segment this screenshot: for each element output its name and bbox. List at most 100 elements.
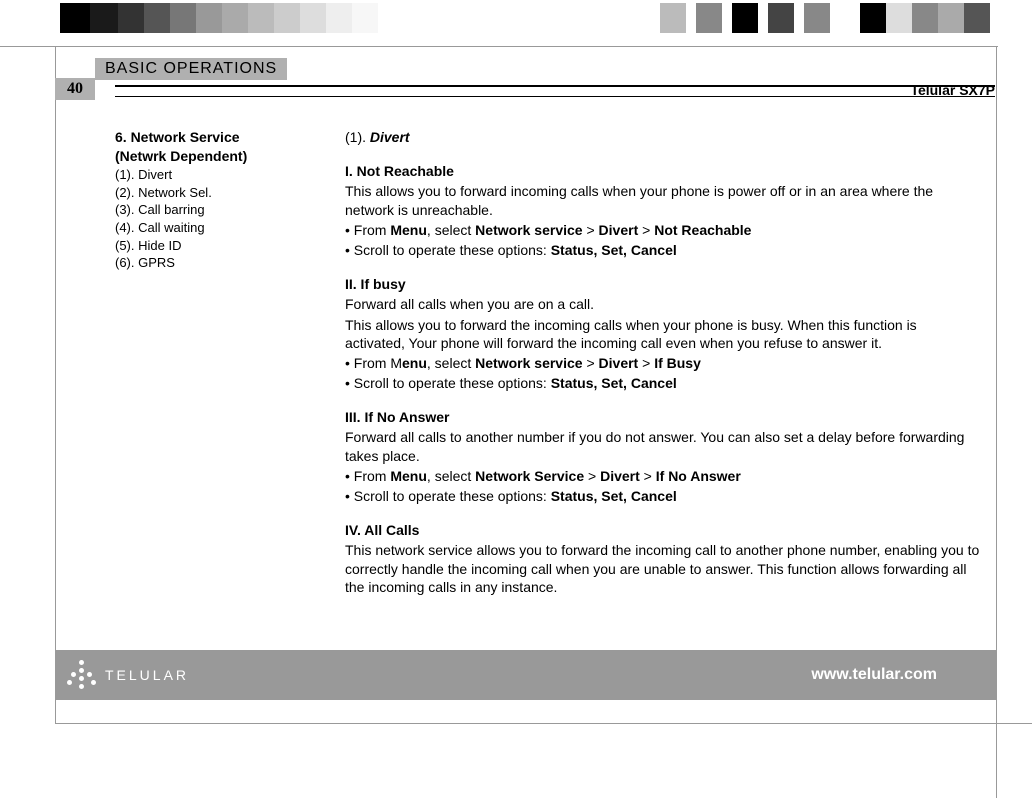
model-name: Telular SX7P bbox=[910, 82, 995, 98]
text: > bbox=[583, 355, 599, 371]
sub1-para: This allows you to forward incoming call… bbox=[345, 182, 980, 218]
color-swatch bbox=[696, 3, 722, 33]
color-swatch bbox=[732, 3, 758, 33]
color-swatch bbox=[758, 3, 768, 33]
color-swatch bbox=[248, 3, 274, 33]
toc-title-line1: 6. Network Service bbox=[115, 128, 345, 146]
text: > bbox=[638, 222, 654, 238]
text: Scroll to operate these options: bbox=[354, 488, 551, 504]
color-swatch bbox=[326, 3, 352, 33]
sub2-para2: This allows you to forward the incoming … bbox=[345, 316, 980, 352]
sub4-para: This network service allows you to forwa… bbox=[345, 541, 980, 596]
text: > bbox=[640, 468, 656, 484]
sub2-bullet2: Scroll to operate these options: Status,… bbox=[345, 374, 980, 392]
toc-item: (5). Hide ID bbox=[115, 237, 345, 255]
header-rule-thin bbox=[115, 96, 995, 97]
color-bar-header bbox=[0, 3, 1032, 37]
color-swatch bbox=[768, 3, 794, 33]
footer-logo: TELULAR bbox=[65, 658, 189, 692]
text-bold: Status, Set, Cancel bbox=[551, 242, 677, 258]
text: > bbox=[638, 355, 654, 371]
color-swatch bbox=[886, 3, 912, 33]
color-swatch bbox=[912, 3, 938, 33]
text-bold: If Busy bbox=[654, 355, 701, 371]
text-bold: Divert bbox=[599, 355, 639, 371]
telular-dots-icon bbox=[65, 658, 99, 692]
color-swatch bbox=[964, 3, 990, 33]
sub4-head: IV. All Calls bbox=[345, 521, 980, 539]
text: From bbox=[354, 468, 391, 484]
color-swatch bbox=[722, 3, 732, 33]
text: Scroll to operate these options: bbox=[354, 375, 551, 391]
color-swatch bbox=[118, 3, 144, 33]
toc-title-line2: (Netwrk Dependent) bbox=[115, 147, 345, 165]
toc-column: 6. Network Service (Netwrk Dependent) (1… bbox=[115, 128, 345, 272]
toc-item: (4). Call waiting bbox=[115, 219, 345, 237]
color-swatch bbox=[144, 3, 170, 33]
text-bold: Divert bbox=[600, 468, 640, 484]
crop-line-bottom bbox=[55, 723, 1032, 724]
body-column: (1). Divert I. Not Reachable This allows… bbox=[345, 128, 980, 596]
section-1-head: (1). Divert bbox=[345, 128, 980, 146]
footer-url: www.telular.com bbox=[811, 666, 937, 684]
sub2-bullet1: From Menu, select Network service > Dive… bbox=[345, 354, 980, 372]
text-bold: If No Answer bbox=[656, 468, 741, 484]
text: Scroll to operate these options: bbox=[354, 242, 551, 258]
text-bold: enu bbox=[402, 355, 427, 371]
color-swatch bbox=[300, 3, 326, 33]
color-swatch bbox=[860, 3, 886, 33]
color-swatch bbox=[274, 3, 300, 33]
text: > bbox=[583, 222, 599, 238]
crop-line-top bbox=[0, 46, 998, 47]
toc-item: (1). Divert bbox=[115, 166, 345, 184]
color-swatch bbox=[686, 3, 696, 33]
sub3-head: III. If No Answer bbox=[345, 408, 980, 426]
text: , select bbox=[427, 468, 475, 484]
text-bold: Not Reachable bbox=[654, 222, 751, 238]
toc-item: (2). Network Sel. bbox=[115, 184, 345, 202]
text-bold: Menu bbox=[390, 468, 427, 484]
text: > bbox=[584, 468, 600, 484]
section-1-num: (1). bbox=[345, 129, 366, 145]
color-swatch bbox=[794, 3, 804, 33]
text-bold: Network service bbox=[475, 355, 582, 371]
sub3-para: Forward all calls to another number if y… bbox=[345, 428, 980, 464]
color-swatch bbox=[938, 3, 964, 33]
header-rule-thick bbox=[115, 85, 995, 87]
sub2-head: II. If busy bbox=[345, 275, 980, 293]
text: From bbox=[354, 222, 391, 238]
text: , select bbox=[427, 222, 475, 238]
color-swatch bbox=[90, 3, 118, 33]
color-swatch bbox=[170, 3, 196, 33]
sub1-bullet2: Scroll to operate these options: Status,… bbox=[345, 241, 980, 259]
sub1-head: I. Not Reachable bbox=[345, 162, 980, 180]
text-bold: Status, Set, Cancel bbox=[551, 375, 677, 391]
sub1-bullet1: From Menu, select Network service > Dive… bbox=[345, 221, 980, 239]
color-swatch bbox=[660, 3, 686, 33]
page-content: 6. Network Service (Netwrk Dependent) (1… bbox=[115, 128, 990, 596]
text-bold: Network Service bbox=[475, 468, 584, 484]
page-number: 40 bbox=[55, 78, 95, 100]
sub3-bullet1: From Menu, select Network Service > Dive… bbox=[345, 467, 980, 485]
text-bold: Divert bbox=[599, 222, 639, 238]
color-swatch bbox=[60, 3, 90, 33]
page-footer: TELULAR www.telular.com bbox=[55, 650, 997, 700]
section-1-label: Divert bbox=[370, 129, 410, 145]
toc-item: (3). Call barring bbox=[115, 201, 345, 219]
sub2-para1: Forward all calls when you are on a call… bbox=[345, 295, 980, 313]
footer-brand: TELULAR bbox=[105, 667, 189, 683]
section-tab: BASIC OPERATIONS bbox=[95, 58, 287, 80]
sub3-bullet2: Scroll to operate these options: Status,… bbox=[345, 487, 980, 505]
color-swatch bbox=[804, 3, 830, 33]
crop-line-left bbox=[55, 46, 56, 724]
color-swatch bbox=[352, 3, 378, 33]
color-swatch bbox=[222, 3, 248, 33]
color-swatch bbox=[196, 3, 222, 33]
text-bold: Status, Set, Cancel bbox=[551, 488, 677, 504]
text: , select bbox=[427, 355, 475, 371]
text-bold: Network service bbox=[475, 222, 582, 238]
text-bold: Menu bbox=[390, 222, 427, 238]
toc-item: (6). GPRS bbox=[115, 254, 345, 272]
section-title: BASIC OPERATIONS bbox=[105, 60, 277, 77]
text: From M bbox=[354, 355, 402, 371]
